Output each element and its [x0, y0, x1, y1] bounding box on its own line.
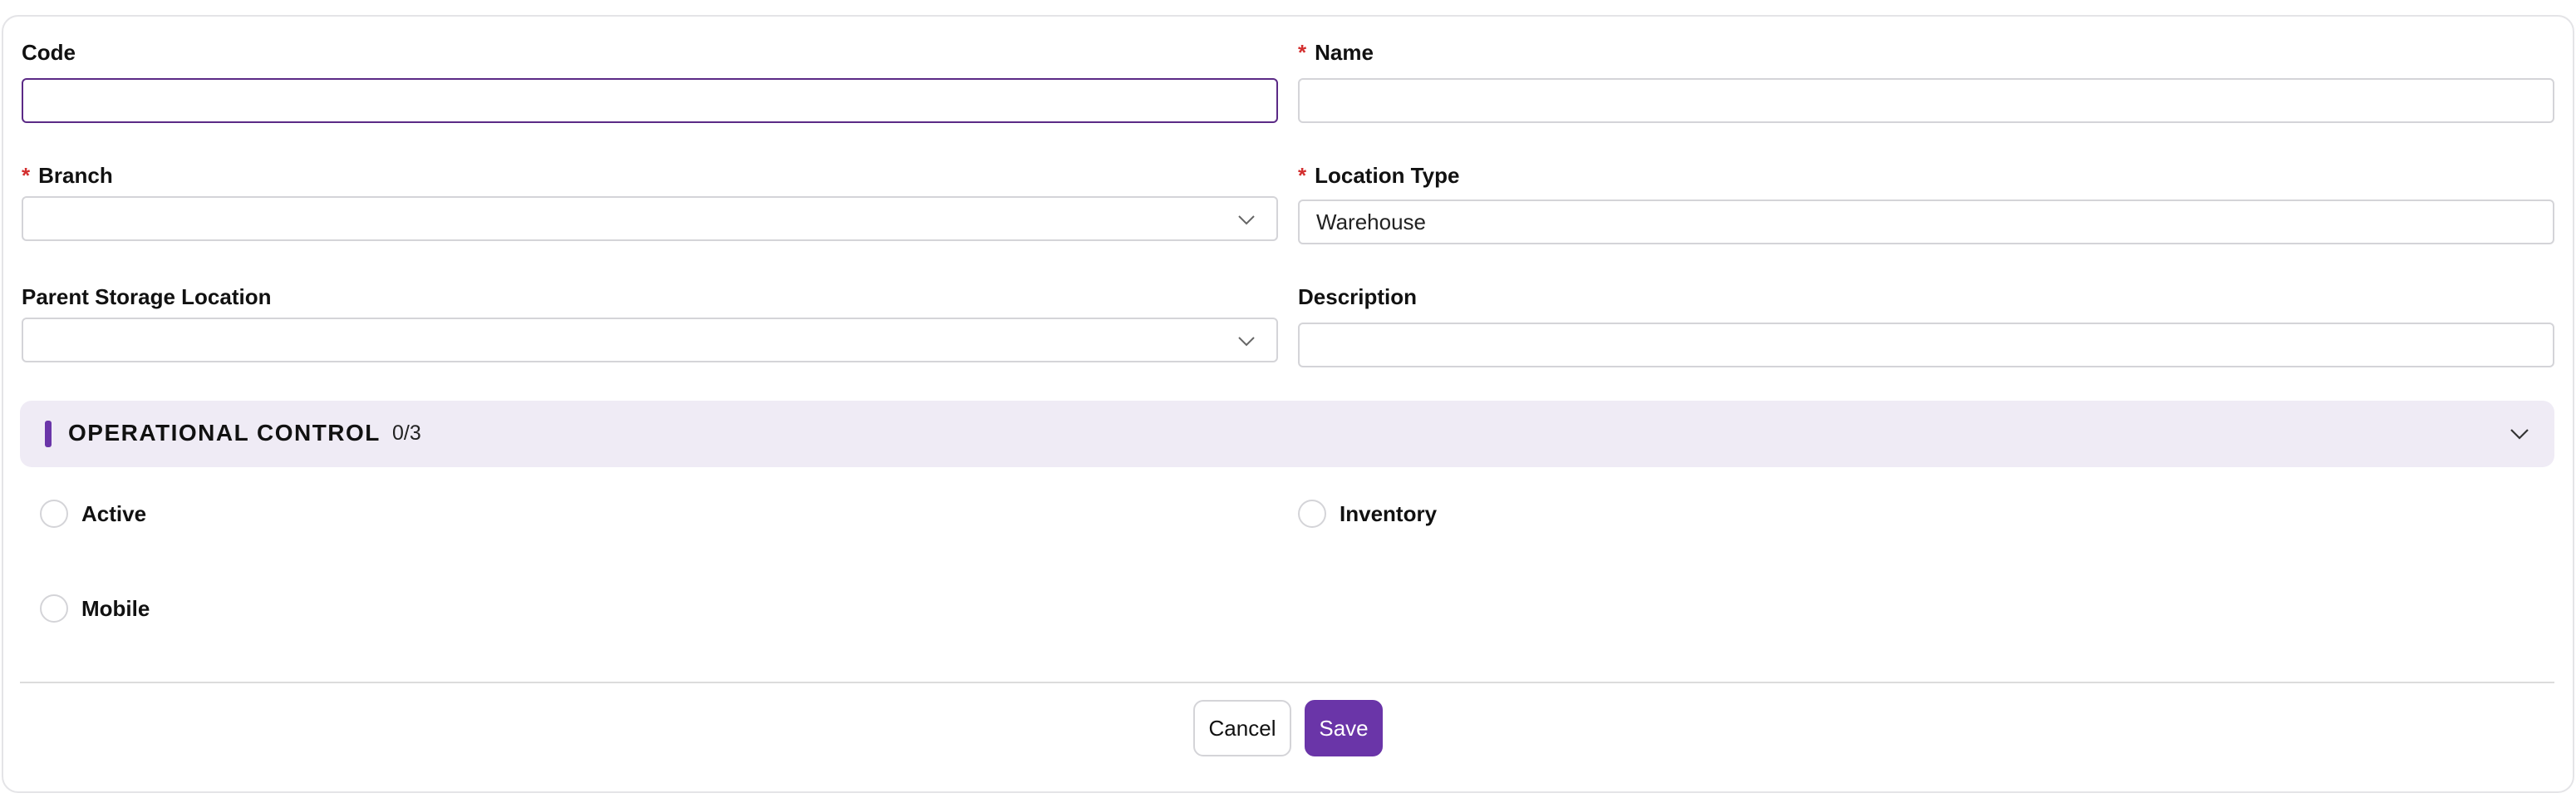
parent-storage-location-label: Parent Storage Location — [22, 284, 272, 309]
operational-control-section-header[interactable]: OPERATIONAL CONTROL 0/3 — [20, 401, 2554, 467]
location-type-input[interactable] — [1298, 200, 2554, 244]
chevron-down-icon[interactable] — [2508, 422, 2531, 446]
mobile-checkbox[interactable]: Mobile — [40, 594, 150, 623]
save-button[interactable]: Save — [1305, 700, 1383, 756]
chevron-down-icon — [1238, 337, 1255, 347]
inventory-checkbox[interactable]: Inventory — [1298, 500, 1437, 528]
location-type-label: * Location Type — [1298, 163, 1460, 188]
cancel-button[interactable]: Cancel — [1193, 700, 1291, 756]
required-mark: * — [1298, 40, 1307, 65]
code-label: Code — [22, 40, 76, 65]
active-checkbox[interactable]: Active — [40, 500, 146, 528]
branch-select[interactable] — [22, 196, 1278, 241]
name-input[interactable] — [1298, 78, 2554, 123]
checkbox-circle[interactable] — [1298, 500, 1326, 528]
code-input[interactable] — [22, 78, 1278, 123]
checkbox-circle[interactable] — [40, 500, 68, 528]
chevron-down-icon — [1238, 215, 1255, 225]
active-label: Active — [81, 500, 147, 526]
description-label: Description — [1298, 284, 1418, 309]
mobile-label: Mobile — [81, 595, 150, 621]
required-mark: * — [1298, 163, 1307, 188]
required-mark: * — [22, 163, 31, 188]
footer-divider — [20, 682, 2554, 683]
section-count: 0/3 — [392, 421, 421, 445]
checkbox-circle[interactable] — [40, 594, 68, 623]
section-title: OPERATIONAL CONTROL — [68, 420, 381, 446]
inventory-label: Inventory — [1340, 500, 1438, 526]
branch-label: * Branch — [22, 163, 113, 188]
section-accent-bar — [45, 421, 52, 447]
name-label: * Name — [1298, 40, 1374, 65]
description-input[interactable] — [1298, 323, 2554, 367]
parent-storage-location-select[interactable] — [22, 318, 1278, 362]
